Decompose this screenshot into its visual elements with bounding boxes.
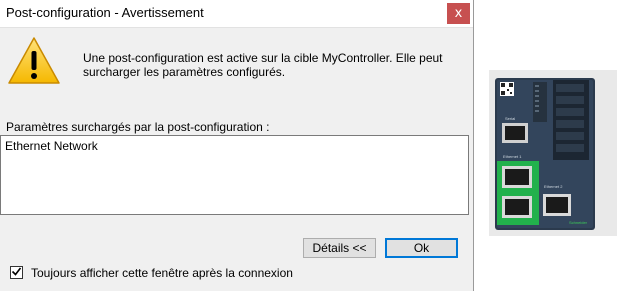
overridden-params-list[interactable]: Ethernet Network	[0, 135, 469, 215]
dialog-title: Post-configuration - Avertissement	[6, 5, 204, 20]
controller-image: Serial Ethernet 1 Ethernet 2 Schneider	[489, 70, 617, 236]
title-bar: Post-configuration - Avertissement x	[0, 0, 473, 28]
list-item[interactable]: Ethernet Network	[5, 139, 98, 153]
ok-button[interactable]: Ok	[385, 238, 458, 258]
qr-code-icon	[500, 82, 514, 96]
serial-label: Serial	[505, 116, 515, 121]
close-icon: x	[454, 6, 463, 21]
warning-message: Une post-configuration est active sur la…	[83, 51, 443, 79]
ethernet2-label: Ethernet 2	[544, 184, 563, 189]
device-preview: Serial Ethernet 1 Ethernet 2 Schneider	[489, 70, 617, 236]
close-button[interactable]: x	[447, 3, 470, 24]
ethernet1-label: Ethernet 1	[503, 154, 522, 159]
checkmark-icon	[11, 267, 22, 276]
details-button[interactable]: Détails <<	[303, 238, 376, 258]
always-show-label: Toujours afficher cette fenêtre après la…	[31, 266, 293, 280]
warning-icon	[8, 37, 60, 84]
post-config-dialog: Post-configuration - Avertissement x Une…	[0, 0, 474, 291]
brand-logo: Schneider	[569, 220, 588, 225]
always-show-checkbox[interactable]	[10, 266, 23, 279]
overridden-params-label: Paramètres surchargés par la post-config…	[6, 120, 270, 134]
